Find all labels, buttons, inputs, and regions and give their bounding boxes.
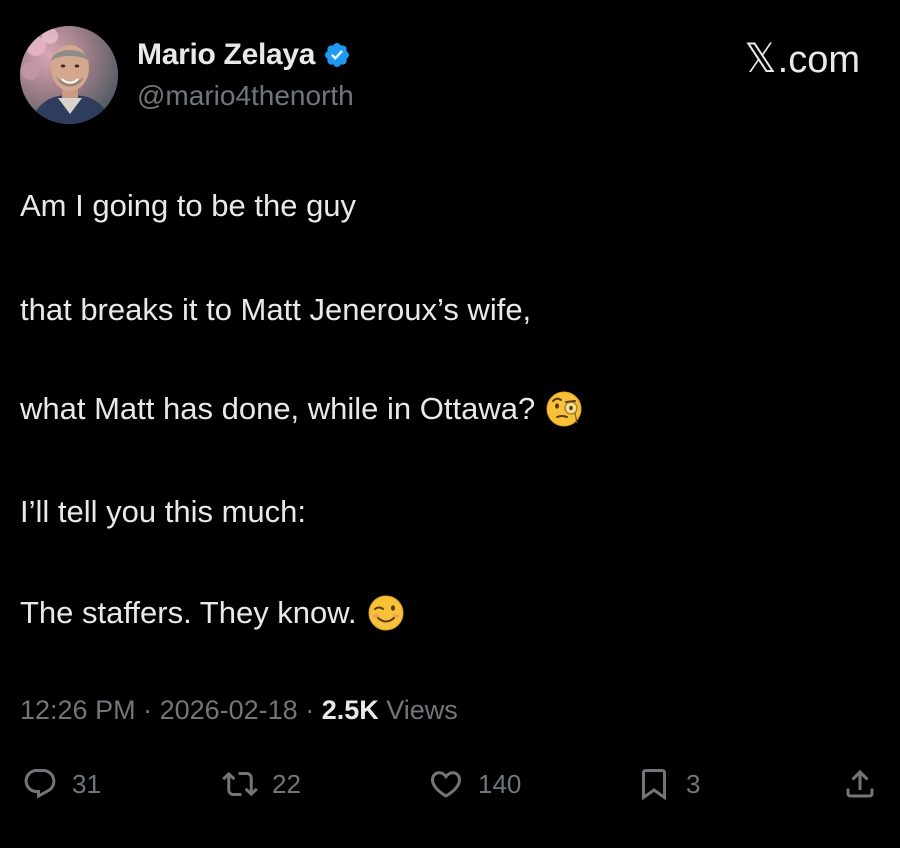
tweet-text-line: that breaks it to Matt Jeneroux’s wife, (20, 292, 531, 328)
tweet-text: The staffers. They know. (20, 595, 357, 630)
meta-separator: · (297, 695, 322, 725)
tweet-text-line: what Matt has done, while in Ottawa? (20, 390, 583, 428)
tweet-meta: 12:26 PM · 2026-02-18 · 2.5K Views (20, 695, 458, 726)
repost-icon (222, 771, 258, 797)
author-name-row[interactable]: Mario Zelaya (137, 38, 351, 72)
meta-separator: · (135, 695, 160, 725)
tweet-text-line: The staffers. They know. (20, 594, 405, 632)
display-name[interactable]: Mario Zelaya (137, 38, 315, 72)
repost-button[interactable]: 22 (222, 762, 301, 806)
reply-count: 31 (72, 768, 101, 799)
views-label: Views (378, 695, 458, 725)
tweet-actions: 31 22 140 3 (0, 762, 900, 812)
brand-domain: .com (777, 39, 860, 81)
tweet-text: I’ll tell you this much: (20, 494, 306, 529)
reply-icon (24, 769, 56, 799)
heart-icon (430, 771, 462, 798)
tweet-text: what Matt has done, while in Ottawa? (20, 391, 536, 426)
x-logo-icon: 𝕏 (744, 37, 777, 81)
reply-button[interactable]: 31 (22, 762, 101, 806)
tweet-time[interactable]: 12:26 PM (20, 695, 136, 725)
tweet-card: Mario Zelaya @mario4thenorth 𝕏 .com Am I… (0, 0, 900, 848)
like-count: 140 (478, 768, 522, 799)
avatar-photo (20, 26, 118, 124)
share-button[interactable] (842, 762, 878, 806)
tweet-text: Am I going to be the guy (20, 188, 357, 223)
bookmark-icon (642, 769, 666, 801)
x-com-brand: 𝕏 .com (744, 36, 860, 82)
tweet-text: that breaks it to Matt Jeneroux’s wife, (20, 292, 532, 327)
tweet-date[interactable]: 2026-02-18 (160, 695, 298, 725)
bookmark-button[interactable]: 3 (636, 762, 700, 806)
tweet-text-line: I’ll tell you this much: (20, 494, 306, 530)
winking-face-emoji (367, 594, 405, 632)
avatar[interactable] (20, 26, 118, 124)
tweet-text-line: Am I going to be the guy (20, 188, 356, 224)
bookmark-count: 3 (686, 768, 701, 799)
verified-badge-icon (323, 41, 351, 69)
user-handle[interactable]: @mario4thenorth (137, 80, 354, 112)
like-button[interactable]: 140 (428, 762, 521, 806)
repost-count: 22 (272, 768, 301, 799)
views-count: 2.5K (321, 695, 379, 725)
face-with-monocle-emoji (545, 390, 583, 428)
share-icon (846, 769, 874, 798)
